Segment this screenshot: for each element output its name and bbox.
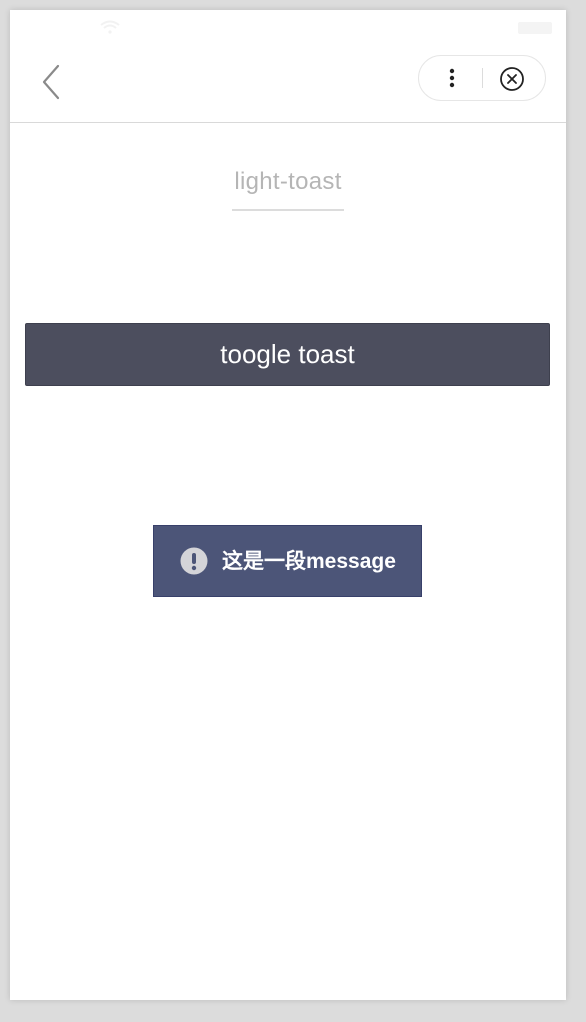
chevron-left-icon bbox=[42, 64, 60, 100]
exclamation-circle-icon bbox=[180, 547, 208, 575]
battery-icon bbox=[518, 22, 552, 34]
wifi-icon bbox=[100, 20, 120, 34]
menu-capsule bbox=[418, 55, 546, 101]
status-bar bbox=[10, 10, 566, 46]
close-circle-icon bbox=[500, 67, 524, 91]
back-button[interactable] bbox=[36, 62, 70, 102]
toggle-toast-button[interactable]: toogle toast bbox=[25, 323, 550, 386]
close-button[interactable] bbox=[499, 66, 525, 92]
more-button[interactable] bbox=[437, 56, 467, 100]
title-underline bbox=[232, 209, 344, 211]
page-title: light-toast bbox=[234, 168, 342, 195]
toast-message: 这是一段message bbox=[222, 550, 396, 573]
nav-bar bbox=[10, 46, 566, 123]
capsule-divider bbox=[482, 68, 483, 88]
phone-frame: light-toast toogle toast 这是一段message bbox=[10, 10, 566, 1000]
more-vertical-icon bbox=[449, 68, 455, 88]
toast: 这是一段message bbox=[153, 525, 422, 597]
